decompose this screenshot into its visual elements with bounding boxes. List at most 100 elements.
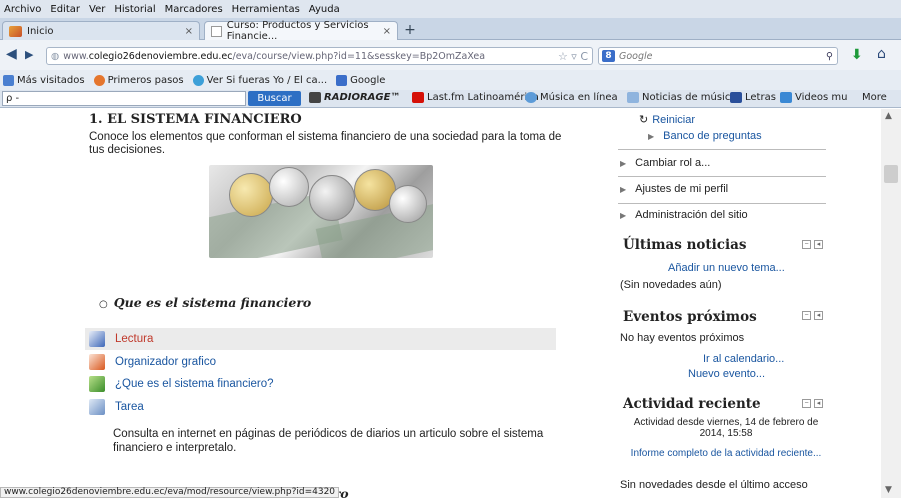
close-icon[interactable]: × <box>383 26 391 37</box>
videos-button[interactable]: Videos musica <box>780 92 847 103</box>
new-event-link[interactable]: Nuevo evento... <box>688 368 765 380</box>
letras-button[interactable]: Letras <box>730 92 776 103</box>
scroll-thumb[interactable] <box>884 165 898 183</box>
bookmarks-bar: Más visitados Primeros pasos Ver Si fuer… <box>0 70 901 90</box>
news-block-controls: − ◂ <box>802 240 826 249</box>
bookmark-primeros-pasos[interactable]: Primeros pasos <box>93 74 184 86</box>
bookmark-google[interactable]: Google <box>336 74 386 86</box>
search-box[interactable]: 8 Google ⚲ <box>598 47 838 65</box>
word-doc-icon <box>89 331 105 347</box>
calendar-link[interactable]: Ir al calendario... <box>703 353 784 365</box>
bookmark-label: Primeros pasos <box>107 74 184 86</box>
more-button[interactable]: More <box>862 92 887 103</box>
noticias-label: Noticias de música <box>642 92 737 103</box>
navigation-bar: ◀ ▶ ◍ www. colegio26denoviembre.edu.ec/ev… <box>0 40 901 70</box>
banco-preguntas-link[interactable]: ▶ Banco de preguntas <box>648 130 762 142</box>
search-icon[interactable]: ⚲ <box>826 51 833 62</box>
more-label: More <box>862 92 887 103</box>
bullet-icon: ○ <box>99 299 108 310</box>
bookmark-star-icon[interactable]: ☆ ▿ C <box>558 50 588 63</box>
news-empty: (Sin novedades aún) <box>620 279 722 291</box>
administracion-link[interactable]: ▶ Administración del sitio <box>620 209 748 221</box>
resource-lectura[interactable]: Lectura <box>85 328 556 350</box>
reiniciar-link[interactable]: ↻ Reiniciar <box>639 113 696 127</box>
scroll-down-icon[interactable]: ▼ <box>885 485 892 495</box>
resource-foro[interactable]: ¿Que es el sistema financiero? <box>85 373 556 395</box>
triangle-right-icon: ▶ <box>648 131 655 141</box>
vertical-scrollbar[interactable]: ▲ ▼ <box>881 109 901 498</box>
toolbar-search-input[interactable]: ρ - <box>2 91 246 106</box>
menu-ayuda[interactable]: Ayuda <box>309 4 340 15</box>
url-prefix: www. <box>63 50 89 62</box>
letras-label: Letras <box>745 92 776 103</box>
bookmark-label: Google <box>350 74 386 86</box>
home-icon[interactable]: ⌂ <box>877 46 886 62</box>
lastfm-button[interactable]: Last.fm Latinoamérica <box>412 92 539 103</box>
download-icon[interactable]: ⬇ <box>851 47 863 63</box>
activity-block-controls: − ◂ <box>802 399 826 408</box>
triangle-right-icon: ▶ <box>620 158 627 168</box>
assignment-icon <box>89 399 105 415</box>
menu-archivo[interactable]: Archivo <box>4 4 41 15</box>
menu-historial[interactable]: Historial <box>114 4 155 15</box>
coin-shape <box>269 167 309 207</box>
add-topic-link[interactable]: Añadir un nuevo tema... <box>668 262 785 274</box>
tab-inicio[interactable]: Inicio × <box>2 21 200 40</box>
url-bar[interactable]: ◍ www. colegio26denoviembre.edu.ec/eva/co… <box>46 47 593 65</box>
search-toolbar: ρ - Buscar RADIORAGE™ Last.fm Latinoamér… <box>0 90 901 108</box>
music-note-icon <box>730 92 742 103</box>
course-main: 1. EL SISTEMA FINANCIERO Conoce los elem… <box>0 109 608 498</box>
full-activity-report-link[interactable]: Informe completo de la actividad recient… <box>626 448 826 459</box>
triangle-right-icon: ▶ <box>620 210 627 220</box>
musica-en-linea-button[interactable]: Música en línea <box>525 92 618 103</box>
video-icon <box>780 92 792 103</box>
videos-label: Videos musica <box>795 92 847 103</box>
bookmark-mas-visitados[interactable]: Más visitados <box>3 74 85 86</box>
events-block-title: Eventos próximos <box>623 309 757 325</box>
subheading-text: Que es el sistema financiero <box>113 295 312 310</box>
dock-icon[interactable]: ◂ <box>814 311 823 320</box>
menu-herramientas[interactable]: Herramientas <box>232 4 300 15</box>
coin-shape <box>229 173 273 217</box>
section-title: 1. EL SISTEMA FINANCIERO <box>89 112 302 127</box>
google-icon[interactable]: 8 <box>602 50 615 62</box>
tab-bar: Inicio × Curso: Productos y Servicios Fi… <box>0 18 901 42</box>
resource-organizador[interactable]: Organizador grafico <box>85 351 556 373</box>
resource-tarea[interactable]: Tarea <box>85 396 556 418</box>
reiniciar-label: Reiniciar <box>652 113 696 126</box>
collapse-icon[interactable]: − <box>802 399 811 408</box>
ajustes-perfil-link[interactable]: ▶ Ajustes de mi perfil <box>620 183 728 195</box>
collapse-icon[interactable]: − <box>802 240 811 249</box>
forum-icon <box>89 376 105 392</box>
collapse-icon[interactable]: − <box>802 311 811 320</box>
dock-icon[interactable]: ◂ <box>814 399 823 408</box>
events-block-controls: − ◂ <box>802 311 826 320</box>
forward-arrow-icon[interactable]: ▶ <box>25 48 33 61</box>
buscar-button[interactable]: Buscar <box>248 91 301 106</box>
dock-icon[interactable]: ◂ <box>814 240 823 249</box>
cambiar-rol-label: Cambiar rol a... <box>635 157 711 169</box>
no-events-text: No hay eventos próximos <box>620 332 745 344</box>
menu-ver[interactable]: Ver <box>89 4 105 15</box>
noticias-button[interactable]: Noticias de música <box>627 92 736 103</box>
globe-icon: ◍ <box>51 50 60 62</box>
status-bar-url: www.colegio26denoviembre.edu.ec/eva/mod/… <box>0 487 340 498</box>
right-sidebar: ↻ Reiniciar ▶ Banco de preguntas ▶ Cambi… <box>614 109 836 498</box>
new-tab-button[interactable]: + <box>402 22 418 38</box>
cambiar-rol-link[interactable]: ▶ Cambiar rol a... <box>620 157 710 169</box>
menu-marcadores[interactable]: Marcadores <box>165 4 223 15</box>
firefox-icon <box>93 74 105 86</box>
tab-curso[interactable]: Curso: Productos y Servicios Financie...… <box>204 20 398 42</box>
activity-block-title: Actividad reciente <box>623 396 761 412</box>
close-icon[interactable]: × <box>185 26 193 37</box>
radiorage-button[interactable]: RADIORAGE™ <box>309 92 400 103</box>
scroll-up-icon[interactable]: ▲ <box>885 111 892 121</box>
bookmark-ver-si-fueras-yo[interactable]: Ver Si fueras Yo / El ca... <box>192 74 327 86</box>
lastfm-label: Last.fm Latinoamérica <box>427 92 539 103</box>
refresh-icon: ↻ <box>639 114 649 126</box>
url-path: /eva/course/view.php?id=11&sesskey=Bp2Om… <box>232 50 486 62</box>
menu-editar[interactable]: Editar <box>50 4 80 15</box>
back-arrow-icon[interactable]: ◀ <box>6 46 17 62</box>
subheading: ○ Que es el sistema financiero <box>99 295 311 310</box>
tab-curso-label: Curso: Productos y Servicios Financie... <box>226 20 369 42</box>
